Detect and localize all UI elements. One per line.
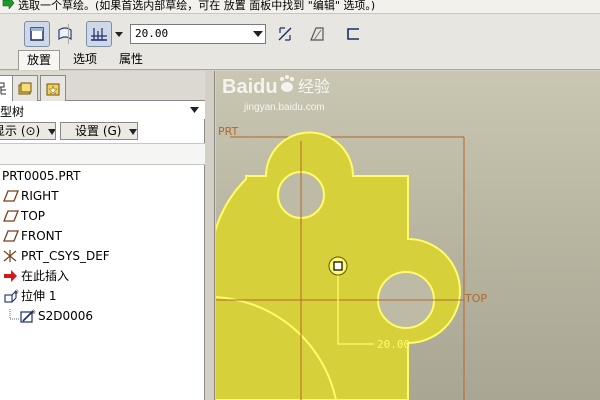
model-viewport[interactable]: 20.00 PRT TOP <box>216 71 600 400</box>
settings-button-label: 设置 (G) <box>75 124 122 138</box>
settings-button[interactable]: 设置 (G) <box>60 122 138 140</box>
extrude-solid-icon <box>30 27 44 41</box>
toolbar-separator <box>68 24 69 44</box>
svg-text:※: ※ <box>14 289 19 296</box>
watermark-brand: Baidu <box>222 76 278 98</box>
remove-material-button[interactable] <box>304 21 330 47</box>
blind-depth-button[interactable] <box>86 21 112 47</box>
show-button[interactable]: 显示 (⊙) <box>0 122 56 140</box>
flip-direction-icon <box>278 27 292 41</box>
datum-plane-icon <box>3 230 19 242</box>
dashboard-tabs: 放置 选项 属性 <box>0 50 600 70</box>
tree-item-sketch[interactable]: ※ S2D0006 <box>0 307 205 325</box>
tree-item-label: PRT_CSYS_DEF <box>21 249 110 263</box>
hint-text: 选取一个草绘。(如果首选内部草绘，可在 放置 面板中找到 "编辑" 选项。) <box>18 0 376 12</box>
tree-item-label: 在此插入 <box>21 269 70 283</box>
favorites-icon <box>46 83 60 95</box>
paw-icon <box>280 75 294 92</box>
tab-favorites[interactable] <box>40 75 66 101</box>
baidu-jingyan-watermark: Baidu 经验 jingyan.baidu.com <box>222 75 330 113</box>
chevron-down-icon <box>48 128 55 135</box>
extrude-surface-icon <box>58 27 72 41</box>
extrude-feature-icon: ※ <box>4 289 19 303</box>
tab-properties[interactable]: 属性 <box>110 50 152 70</box>
dimension-value[interactable]: 20.00 <box>377 338 410 351</box>
depth-options-dropdown-icon[interactable] <box>115 30 123 38</box>
datum-label-top: TOP <box>464 292 487 305</box>
navigator-tabs <box>0 71 205 102</box>
extrude-dashboard: 20.00 放置 选项 属性 <box>0 14 600 70</box>
tree-item-csys[interactable]: PRT_CSYS_DEF <box>0 247 205 265</box>
green-arrow-icon <box>2 0 14 9</box>
thicken-icon <box>347 28 359 40</box>
insert-here-arrow-icon <box>4 270 17 282</box>
flip-direction-button[interactable] <box>272 21 298 47</box>
tree-item-extrude-1[interactable]: ※ 拉伸 1 <box>0 287 205 305</box>
show-button-label: 显示 (⊙) <box>0 124 41 138</box>
watermark-cn: 经验 <box>298 77 330 96</box>
sketch-icon: ※ <box>20 309 36 323</box>
model-tree-header: 型树 <box>0 101 205 119</box>
message-area: 选取一个草绘。(如果首选内部草绘，可在 放置 面板中找到 "编辑" 选项。) <box>0 0 600 14</box>
blind-depth-icon <box>91 28 107 41</box>
graphics-window[interactable]: 20.00 PRT TOP Baidu 经验 jingyan.baidu.com <box>216 71 600 400</box>
tree-item-label: TOP <box>21 209 46 223</box>
tree-connector-icon <box>9 309 20 320</box>
tab-folder-browser[interactable] <box>12 75 38 101</box>
depth-value: 20.00 <box>135 27 169 40</box>
tree-item-label: 拉伸 1 <box>21 289 57 303</box>
remove-material-icon <box>310 27 324 41</box>
tree-item-label: RIGHT <box>21 189 59 203</box>
model-tree-controls: 显示 (⊙) 设置 (G) <box>0 119 205 143</box>
tree-item-insert-here[interactable]: 在此插入 <box>0 267 205 285</box>
chevron-down-icon[interactable] <box>253 30 263 38</box>
tree-item-front[interactable]: FRONT <box>0 227 205 245</box>
depth-value-input[interactable]: 20.00 <box>130 24 266 44</box>
model-tree-column-header <box>0 143 205 165</box>
datum-label-prt: PRT <box>218 125 238 138</box>
model-tree-icon <box>0 82 6 95</box>
svg-text:※: ※ <box>31 309 36 316</box>
tree-item-right[interactable]: RIGHT <box>0 187 205 205</box>
tree-item-part[interactable]: PRT0005.PRT <box>0 167 205 185</box>
chevron-down-icon <box>129 128 137 135</box>
extrude-surface-button[interactable] <box>52 21 78 47</box>
folder-icon <box>18 82 32 94</box>
pane-splitter[interactable] <box>205 71 215 400</box>
tree-item-top[interactable]: TOP <box>0 207 205 225</box>
extrude-solid-button[interactable] <box>24 21 50 47</box>
tab-placement[interactable]: 放置 <box>18 50 60 70</box>
tree-item-label: PRT0005.PRT <box>2 169 81 183</box>
thicken-sketch-button[interactable] <box>340 21 366 47</box>
watermark-url: jingyan.baidu.com <box>243 102 325 113</box>
chevron-down-icon[interactable] <box>190 106 199 114</box>
model-tree-title: 型树 <box>0 105 25 119</box>
datum-plane-icon <box>3 210 19 222</box>
navigator-pane: 型树 显示 (⊙) 设置 (G) PRT0005.PRT RIGHT <box>0 71 205 400</box>
csys-icon <box>3 250 17 262</box>
tree-item-label: FRONT <box>21 229 62 243</box>
datum-plane-icon <box>3 190 19 202</box>
drag-handle-square <box>333 261 343 271</box>
tree-item-label: S2D0006 <box>38 309 94 323</box>
tab-options[interactable]: 选项 <box>64 50 106 70</box>
